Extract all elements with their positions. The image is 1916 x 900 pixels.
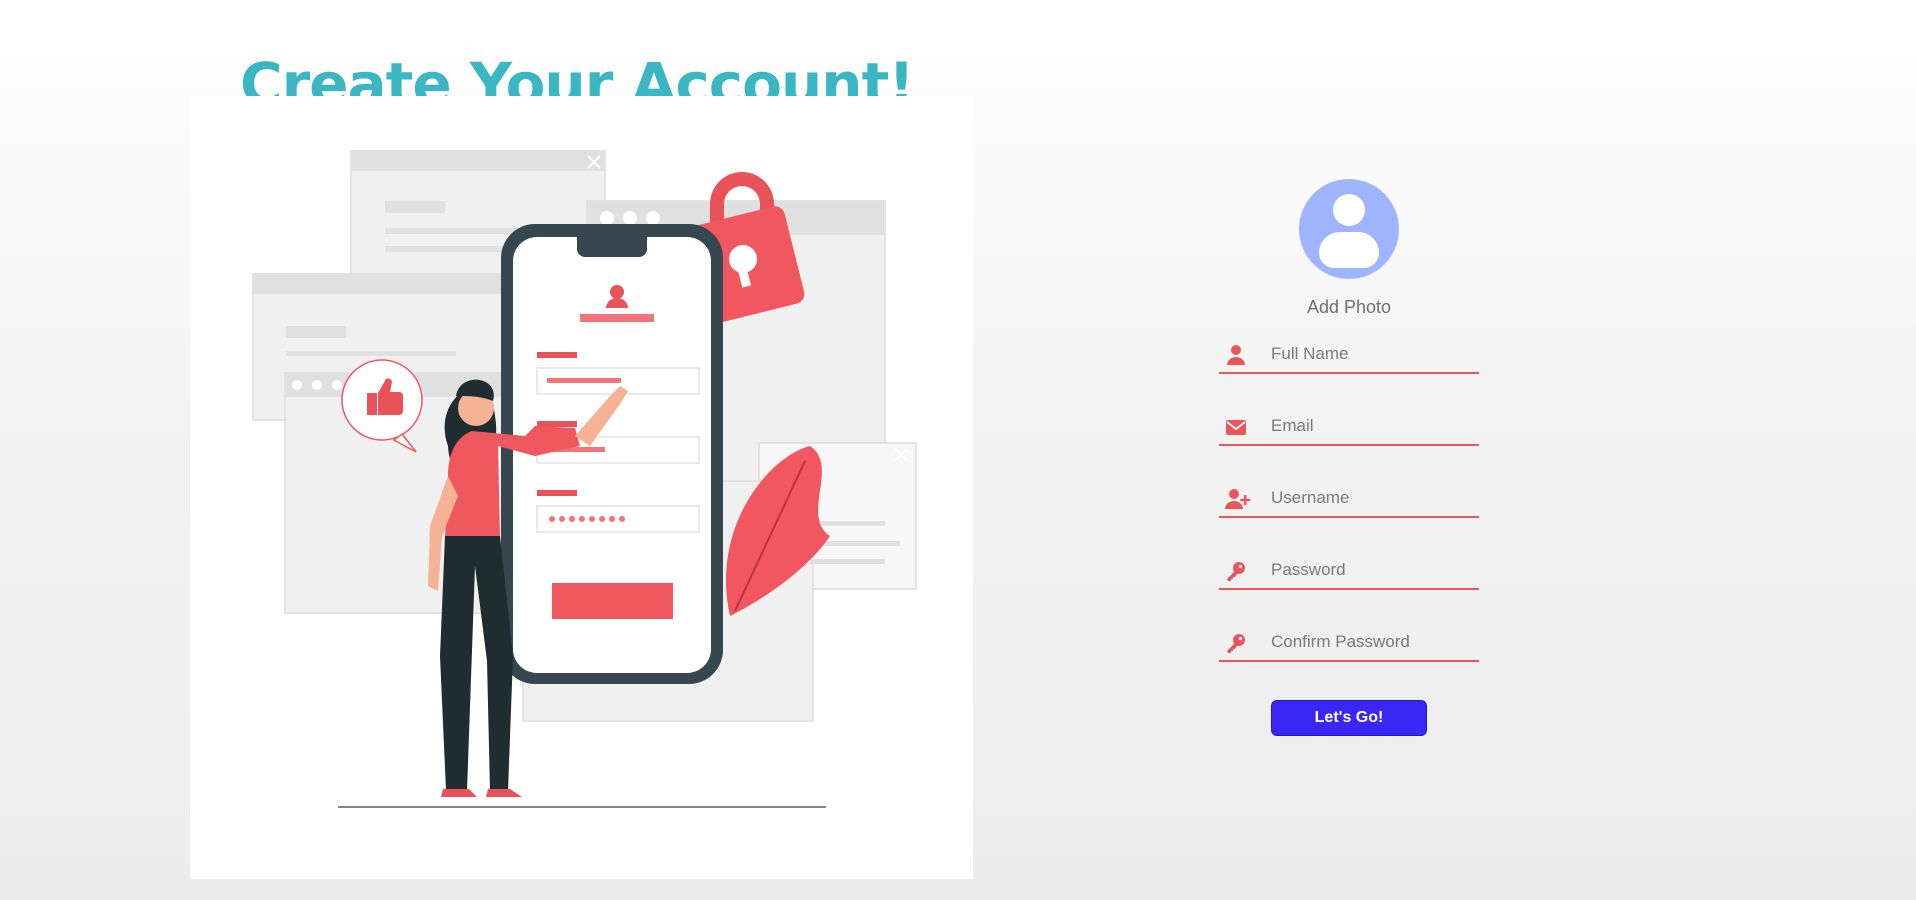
avatar-head xyxy=(1333,194,1365,226)
username-input[interactable] xyxy=(1269,482,1478,514)
user-plus-icon xyxy=(1225,489,1251,509)
add-photo-area: Add Photo xyxy=(1219,179,1479,318)
key-icon xyxy=(1227,634,1245,653)
avatar-body xyxy=(1319,232,1379,268)
submit-button[interactable]: Let's Go! xyxy=(1271,700,1427,736)
key-icon xyxy=(1227,562,1245,581)
confirm-password-field xyxy=(1219,620,1479,662)
email-input[interactable] xyxy=(1269,410,1478,442)
password-field xyxy=(1219,548,1479,590)
password-input[interactable] xyxy=(1269,554,1478,586)
confirm-password-input[interactable] xyxy=(1269,626,1478,658)
signup-illustration xyxy=(190,96,973,879)
username-field xyxy=(1219,476,1479,518)
add-photo-link[interactable]: Add Photo xyxy=(1307,297,1391,318)
user-icon xyxy=(1227,345,1245,365)
avatar-placeholder-icon[interactable] xyxy=(1299,179,1399,279)
signup-form: Add Photo Full Name Email Username Let's… xyxy=(1219,179,1479,736)
full-name-field xyxy=(1219,332,1479,374)
email-field xyxy=(1219,404,1479,446)
envelope-icon xyxy=(1226,420,1246,435)
full-name-input[interactable] xyxy=(1269,338,1478,370)
